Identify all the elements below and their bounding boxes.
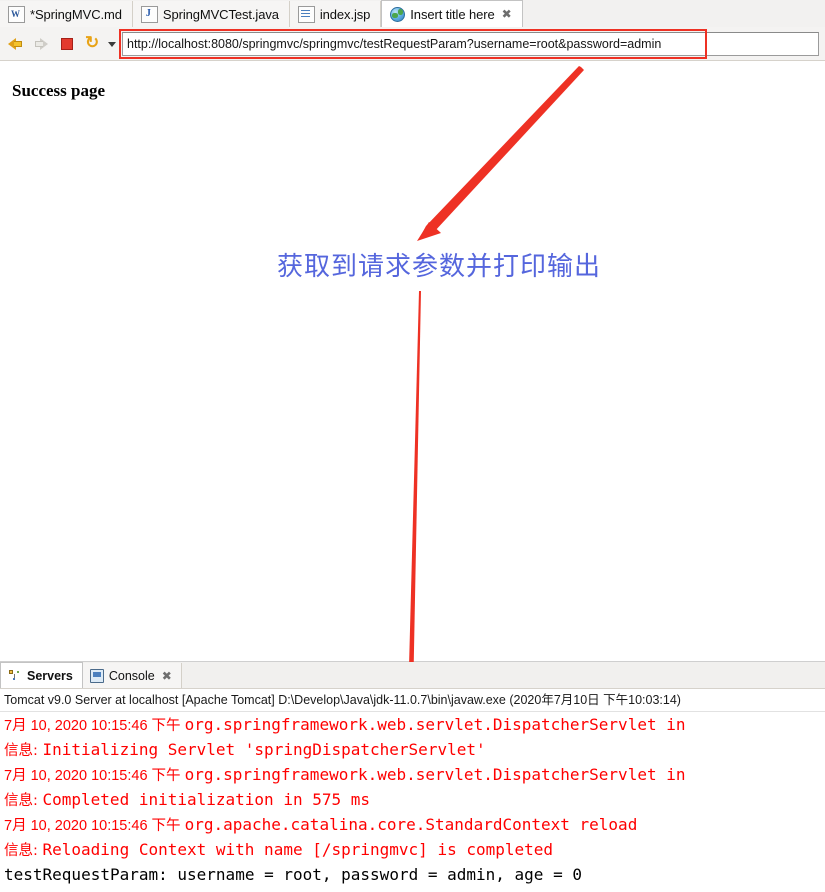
- log-body: org.springframework.web.servlet.Dispatch…: [184, 715, 686, 734]
- forward-arrow-icon[interactable]: [32, 34, 52, 54]
- log-line: testRequestParam: username = root, passw…: [4, 862, 825, 887]
- editor-tab-index-jsp[interactable]: index.jsp: [289, 1, 382, 27]
- log-body: Completed initialization in 575 ms: [42, 790, 371, 809]
- editor-tab-label: Insert title here: [410, 6, 495, 22]
- back-arrow-icon[interactable]: [6, 34, 26, 54]
- editor-tab-label: SpringMVCTest.java: [162, 6, 279, 22]
- editor-tab-label: *SpringMVC.md: [30, 6, 122, 22]
- tab-console[interactable]: Console ✖: [82, 663, 182, 688]
- log-timestamp: 7月 10, 2020 10:15:46 下午: [4, 818, 185, 834]
- log-body: Reloading Context with name [/springmvc]…: [42, 840, 554, 859]
- java-file-icon: [140, 5, 158, 23]
- servers-icon: [8, 669, 22, 683]
- editor-tab-bar: *SpringMVC.md SpringMVCTest.java index.j…: [0, 0, 825, 27]
- server-status-line: Tomcat v9.0 Server at localhost [Apache …: [0, 689, 825, 712]
- url-input[interactable]: [122, 31, 819, 56]
- bottom-view-panel: Servers Console ✖ Tomcat v9.0 Server at …: [0, 662, 825, 892]
- editor-tab-label: index.jsp: [319, 6, 371, 22]
- jsp-file-icon: [297, 5, 315, 23]
- stop-icon[interactable]: [58, 34, 78, 54]
- view-tab-label: Console: [108, 668, 155, 683]
- log-line: 7月 10, 2020 10:15:46 下午 org.springframew…: [4, 762, 825, 787]
- editor-tab-springmvc-md[interactable]: *SpringMVC.md: [0, 1, 133, 27]
- view-tab-label: Servers: [27, 668, 73, 683]
- view-tab-bar: Servers Console ✖: [0, 662, 825, 689]
- log-line: 7月 10, 2020 10:15:46 下午 org.springframew…: [4, 712, 825, 737]
- globe-icon: [390, 6, 406, 22]
- word-file-icon: [8, 5, 25, 23]
- log-line: 7月 10, 2020 10:15:46 下午 org.apache.catal…: [4, 812, 825, 837]
- console-log-area[interactable]: 7月 10, 2020 10:15:46 下午 org.springframew…: [0, 712, 825, 892]
- console-icon: [89, 668, 104, 683]
- close-icon[interactable]: ✖: [502, 8, 512, 20]
- editor-tab-insert-title-here[interactable]: Insert title here ✖: [381, 0, 523, 27]
- log-body: testRequestParam: username = root, passw…: [4, 865, 582, 884]
- log-body: org.springframework.web.servlet.Dispatch…: [184, 765, 686, 784]
- tab-servers[interactable]: Servers: [0, 662, 83, 688]
- page-title: Success page: [12, 81, 106, 100]
- editor-tab-springmvctest-java[interactable]: SpringMVCTest.java: [132, 1, 290, 27]
- log-timestamp: 7月 10, 2020 10:15:46 下午: [4, 768, 185, 784]
- close-icon[interactable]: ✖: [162, 670, 172, 682]
- log-level: 信息:: [4, 743, 43, 759]
- rendered-web-page: Success page 获取到请求参数并打印输出: [0, 61, 825, 662]
- log-level: 信息:: [4, 793, 43, 809]
- annotation-text: 获取到请求参数并打印输出: [277, 252, 602, 282]
- log-line: 信息: Reloading Context with name [/spring…: [4, 837, 825, 862]
- log-level: 信息:: [4, 843, 43, 859]
- url-bar-wrapper: [122, 31, 819, 56]
- browser-toolbar: [0, 27, 825, 61]
- refresh-icon[interactable]: [84, 33, 104, 54]
- log-line: 信息: Completed initialization in 575 ms: [4, 787, 825, 812]
- log-timestamp: 7月 10, 2020 10:15:46 下午: [4, 718, 185, 734]
- chevron-down-icon[interactable]: [106, 34, 118, 54]
- log-body: org.apache.catalina.core.StandardContext…: [184, 815, 638, 834]
- log-body: Initializing Servlet 'springDispatcherSe…: [42, 740, 486, 759]
- log-line: 信息: Initializing Servlet 'springDispatch…: [4, 737, 825, 762]
